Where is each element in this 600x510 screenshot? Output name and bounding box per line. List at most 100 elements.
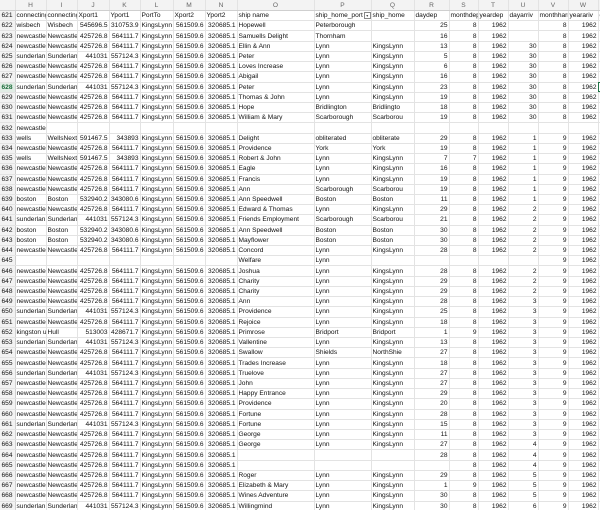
row-number[interactable]: 656: [0, 368, 16, 379]
grid-cell[interactable]: 8: [449, 347, 479, 359]
grid-cell[interactable]: 9: [538, 214, 569, 226]
grid-cell[interactable]: 320685.1: [205, 30, 238, 42]
grid-cell[interactable]: 8: [449, 82, 479, 93]
grid-cell[interactable]: 5: [508, 470, 539, 482]
grid-cell[interactable]: 1962: [568, 255, 599, 267]
grid-cell[interactable]: 564111.7: [109, 398, 141, 410]
column-header[interactable]: S: [449, 0, 479, 11]
grid-cell[interactable]: [478, 122, 509, 134]
row-number[interactable]: 645: [0, 255, 16, 267]
field-header-cell[interactable]: ship name: [237, 10, 315, 22]
row-number[interactable]: 659: [0, 398, 16, 410]
grid-cell[interactable]: 320685.1: [205, 41, 238, 52]
grid-cell[interactable]: [508, 30, 539, 42]
grid-cell[interactable]: newcastle: [15, 439, 47, 451]
grid-cell[interactable]: 532940.2: [77, 225, 110, 236]
grid-cell[interactable]: sunderlan: [15, 368, 47, 379]
grid-cell[interactable]: 28: [414, 449, 450, 461]
grid-cell[interactable]: 1962: [568, 306, 599, 318]
grid-cell[interactable]: 1: [508, 153, 539, 165]
grid-cell[interactable]: 28: [414, 265, 450, 277]
grid-cell[interactable]: [173, 122, 206, 134]
grid-cell[interactable]: Newcastle: [46, 30, 78, 42]
grid-cell[interactable]: 27: [414, 368, 450, 379]
grid-cell[interactable]: [414, 122, 450, 134]
grid-cell[interactable]: 1962: [568, 419, 599, 430]
grid-cell[interactable]: Providence: [237, 398, 315, 410]
row-number[interactable]: 650: [0, 306, 16, 318]
grid-cell[interactable]: 320685.1: [205, 194, 238, 206]
grid-cell[interactable]: 8: [449, 490, 479, 502]
grid-cell[interactable]: 320685.1: [205, 388, 238, 400]
grid-cell[interactable]: 320685.1: [205, 449, 238, 461]
grid-cell[interactable]: 1962: [478, 460, 509, 471]
grid-cell[interactable]: KingsLynn: [140, 143, 174, 155]
grid-cell[interactable]: 8: [449, 317, 479, 328]
grid-cell[interactable]: 561509.6: [173, 337, 206, 349]
grid-cell[interactable]: 561509.6: [173, 245, 206, 257]
grid-cell[interactable]: 561509.6: [173, 419, 206, 430]
grid-cell[interactable]: 7: [414, 153, 450, 165]
grid-cell[interactable]: Newcastle: [46, 163, 78, 175]
grid-cell[interactable]: KingsLynn: [140, 235, 174, 247]
column-header[interactable]: L: [140, 0, 174, 11]
grid-cell[interactable]: 3: [508, 337, 539, 349]
grid-cell[interactable]: Newcastle: [46, 112, 78, 124]
row-number[interactable]: 669: [0, 501, 16, 510]
grid-cell[interactable]: 343080.6: [109, 225, 141, 236]
grid-cell[interactable]: 9: [538, 470, 569, 482]
grid-cell[interactable]: 561509.6: [173, 92, 206, 103]
grid-cell[interactable]: Newcastle: [46, 449, 78, 461]
grid-cell[interactable]: 1962: [568, 225, 599, 236]
grid-cell[interactable]: Newcastle: [46, 245, 78, 257]
grid-cell[interactable]: newcastle: [15, 122, 47, 134]
grid-cell[interactable]: KingsLynn: [371, 470, 415, 482]
grid-cell[interactable]: 564111.7: [109, 286, 141, 298]
grid-cell[interactable]: 9: [449, 327, 479, 339]
grid-cell[interactable]: 320685.1: [205, 214, 238, 226]
grid-cell[interactable]: 1962: [568, 143, 599, 155]
grid-cell[interactable]: 1962: [568, 398, 599, 410]
grid-cell[interactable]: 425726.8: [77, 276, 110, 287]
grid-cell[interactable]: 561509.6: [173, 368, 206, 379]
grid-cell[interactable]: 9: [538, 245, 569, 257]
grid-cell[interactable]: 425726.8: [77, 245, 110, 257]
grid-cell[interactable]: 1962: [568, 357, 599, 369]
grid-cell[interactable]: 29: [414, 133, 450, 144]
grid-cell[interactable]: 561509.6: [173, 61, 206, 73]
grid-cell[interactable]: 545696.5: [77, 20, 110, 32]
grid-cell[interactable]: kingston u: [15, 327, 47, 339]
grid-cell[interactable]: KingsLynn: [140, 214, 174, 226]
grid-cell[interactable]: WellsNext: [46, 153, 78, 165]
grid-cell[interactable]: 1962: [568, 368, 599, 379]
grid-cell[interactable]: 561509.6: [173, 357, 206, 369]
grid-cell[interactable]: 425726.8: [77, 143, 110, 155]
grid-cell[interactable]: [371, 30, 415, 42]
grid-cell[interactable]: KingsLynn: [371, 51, 415, 63]
grid-cell[interactable]: 320685.1: [205, 61, 238, 73]
grid-cell[interactable]: Newcastle: [46, 265, 78, 277]
grid-cell[interactable]: 8: [449, 286, 479, 298]
grid-cell[interactable]: 3: [508, 306, 539, 318]
grid-cell[interactable]: Sunderlan: [46, 419, 78, 430]
grid-cell[interactable]: 28: [414, 409, 450, 420]
grid-cell[interactable]: 3: [508, 409, 539, 420]
grid-cell[interactable]: 8: [538, 102, 569, 114]
grid-cell[interactable]: 13: [414, 337, 450, 349]
grid-cell[interactable]: 425726.8: [77, 480, 110, 492]
grid-cell[interactable]: 564111.7: [109, 204, 141, 216]
row-number[interactable]: 666: [0, 470, 16, 482]
grid-cell[interactable]: 8: [449, 265, 479, 277]
grid-cell[interactable]: 9: [538, 501, 569, 510]
grid-cell[interactable]: 9: [538, 286, 569, 298]
grid-cell[interactable]: Hull: [46, 327, 78, 339]
grid-cell[interactable]: 1962: [478, 490, 509, 502]
column-header[interactable]: H: [15, 0, 47, 11]
grid-cell[interactable]: 3: [508, 357, 539, 369]
grid-cell[interactable]: 8: [449, 429, 479, 441]
row-number[interactable]: 658: [0, 388, 16, 400]
grid-cell[interactable]: 9: [538, 133, 569, 144]
grid-cell[interactable]: 8: [449, 133, 479, 144]
grid-cell[interactable]: 513003: [77, 327, 110, 339]
grid-cell[interactable]: 8: [449, 449, 479, 461]
